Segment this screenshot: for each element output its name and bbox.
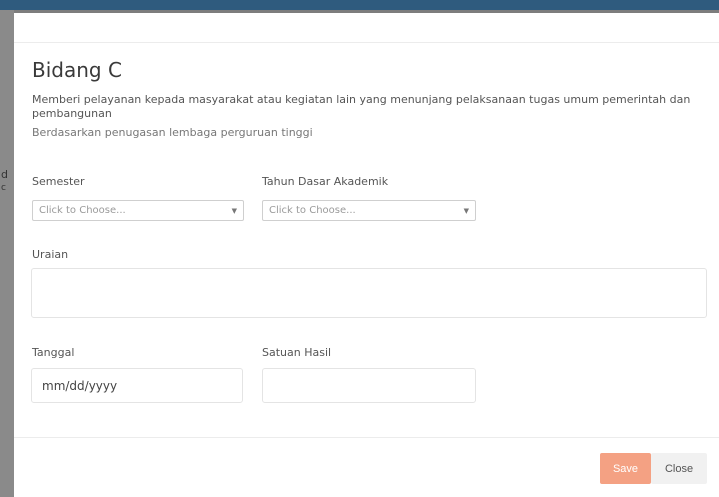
semester-select[interactable]: Click to Choose... ▼ xyxy=(32,200,244,221)
modal-header xyxy=(14,13,719,43)
uraian-textarea[interactable] xyxy=(31,268,707,318)
uraian-label: Uraian xyxy=(32,248,69,261)
satuan-input[interactable] xyxy=(262,368,476,403)
background-page: d c xyxy=(0,10,14,497)
chevron-down-icon: ▼ xyxy=(463,207,469,215)
tahun-label: Tahun Dasar Akademik xyxy=(262,175,389,188)
tahun-placeholder: Click to Choose... xyxy=(269,205,356,216)
chevron-down-icon: ▼ xyxy=(231,207,237,215)
tanggal-value: mm/dd/yyyy xyxy=(42,379,118,393)
close-button[interactable]: Close xyxy=(651,453,707,484)
semester-label: Semester xyxy=(32,175,85,188)
semester-placeholder: Click to Choose... xyxy=(39,205,126,216)
modal-dialog: Bidang C Memberi pelayanan kepada masyar… xyxy=(14,13,719,497)
modal-subdescription: Berdasarkan penugasan lembaga perguruan … xyxy=(32,126,313,139)
modal-title: Bidang C xyxy=(32,58,122,82)
tanggal-label: Tanggal xyxy=(32,346,75,359)
modal-footer-divider xyxy=(14,437,719,438)
satuan-label: Satuan Hasil xyxy=(262,346,332,359)
save-button[interactable]: Save xyxy=(600,453,651,484)
app-top-bar xyxy=(0,0,719,10)
modal-description: Memberi pelayanan kepada masyarakat atau… xyxy=(32,93,691,120)
tahun-select[interactable]: Click to Choose... ▼ xyxy=(262,200,476,221)
tanggal-date-input[interactable]: mm/dd/yyyy xyxy=(31,368,243,403)
